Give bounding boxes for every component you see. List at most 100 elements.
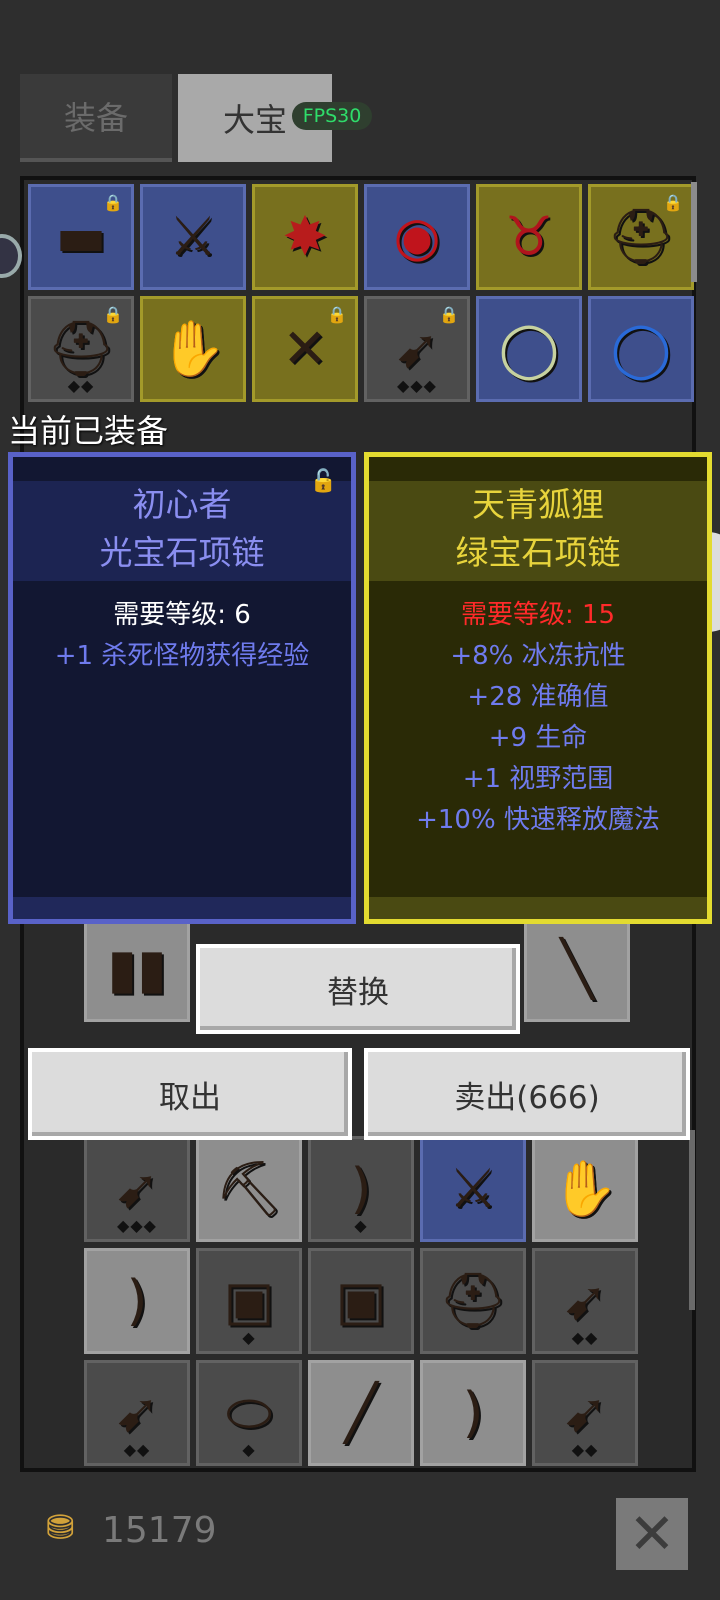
item-stat: +10% 快速释放魔法: [416, 805, 660, 835]
inventory-slot[interactable]: ➹ ◆◆: [84, 1360, 190, 1466]
pickaxe-icon: ⛏: [214, 1157, 284, 1220]
gem-sockets-icon: ◆◆: [123, 1440, 151, 1459]
item-header: 天青狐狸 绿宝石项链: [369, 481, 707, 581]
ring-icon: ◉: [393, 205, 441, 268]
amulet-icon: ♉: [504, 205, 554, 268]
inventory-slot[interactable]: ⛑ 🔒 ◆◆: [28, 296, 134, 402]
helmet-icon: ⛑: [46, 317, 116, 380]
gem-sockets-icon: ◆◆: [571, 1328, 599, 1347]
torch-icon: ╲: [560, 937, 594, 1000]
crossbow-icon: ➹: [562, 1269, 608, 1332]
inventory-slot[interactable]: ➹ 🔒 ◆◆◆: [364, 296, 470, 402]
inventory-slot[interactable]: ✋: [532, 1136, 638, 1242]
inventory-slot[interactable]: ♉: [476, 184, 582, 290]
item-stat: +1 视野范围: [462, 764, 614, 794]
item-name: 绿宝石项链: [455, 533, 621, 572]
gold-count: 15179: [102, 1510, 217, 1551]
scrollbar[interactable]: [689, 1130, 695, 1310]
dagger-icon: ╱: [344, 1381, 378, 1444]
fps-badge: FPS30: [292, 102, 372, 130]
scrollbar[interactable]: [691, 182, 697, 282]
inventory-slot[interactable]: ⛑: [420, 1248, 526, 1354]
gold-coins-icon: ⛃: [46, 1508, 75, 1548]
inventory-slot[interactable]: ➹ ◆◆: [532, 1360, 638, 1466]
inventory-slot[interactable]: ╱: [308, 1360, 414, 1466]
crossbow-icon: ➹: [114, 1381, 160, 1444]
take-out-button[interactable]: 取出: [28, 1048, 352, 1140]
item-stat: +1 杀死怪物获得经验: [54, 641, 310, 671]
inventory-slot[interactable]: ▣: [308, 1248, 414, 1354]
inventory-slot[interactable]: ) ◆: [308, 1136, 414, 1242]
sword-icon: ⚔: [168, 205, 218, 268]
gem-sockets-icon: ◆: [242, 1440, 256, 1459]
gem-sockets-icon: ◆: [354, 1216, 368, 1235]
unlock-icon[interactable]: 🔓: [310, 469, 337, 494]
equipped-label: 当前已装备: [8, 412, 169, 450]
inventory-slot[interactable]: ▮▮: [84, 916, 190, 1022]
inventory-slot[interactable]: ◯: [476, 296, 582, 402]
replace-button[interactable]: 替换: [196, 944, 520, 1034]
candidate-item-card: 天青狐狸 绿宝石项链 需要等级: 15 +8% 冰冻抗性 +28 准确值 +9 …: [364, 452, 712, 924]
item-header: 初心者 光宝石项链: [13, 481, 351, 581]
level-requirement: 需要等级: 6: [113, 600, 251, 630]
lock-icon: 🔒: [327, 305, 347, 324]
inventory-slot[interactable]: ⛏: [196, 1136, 302, 1242]
close-icon: ✕: [628, 1501, 676, 1567]
inventory-slot[interactable]: ): [84, 1248, 190, 1354]
card-footer: [369, 897, 707, 919]
inventory-slot[interactable]: ): [420, 1360, 526, 1466]
inventory-slot[interactable]: ▬ 🔒: [28, 184, 134, 290]
glove-icon: ✋: [159, 317, 227, 380]
inventory-slot[interactable]: ╲: [524, 916, 630, 1022]
shield-icon: ⬭: [225, 1381, 273, 1444]
armor-icon: ▣: [335, 1269, 387, 1332]
helmet-icon: ⛑: [606, 205, 676, 268]
inventory-slot[interactable]: ⛑ 🔒: [588, 184, 694, 290]
belt-icon: ▬: [55, 205, 107, 268]
bow-icon: ): [126, 1269, 148, 1332]
item-prefix: 天青狐狸: [472, 485, 604, 524]
lock-icon: 🔒: [439, 305, 459, 324]
floating-orb-icon[interactable]: [0, 234, 22, 278]
gem-sockets-icon: ◆◆◆: [117, 1216, 157, 1235]
boots-icon: ▮▮: [107, 937, 167, 1000]
necklace-icon: ◯: [498, 317, 560, 380]
lock-icon: 🔒: [103, 305, 123, 324]
current-item-card: 🔓 初心者 光宝石项链 需要等级: 6 +1 杀死怪物获得经验: [8, 452, 356, 924]
inventory-slot[interactable]: ➹ ◆◆: [532, 1248, 638, 1354]
inventory-slot[interactable]: ⬭ ◆: [196, 1360, 302, 1466]
tab-equipment[interactable]: 装备: [20, 74, 172, 162]
crossbow-icon: ➹: [114, 1157, 160, 1220]
crossbow-icon: ➹: [394, 317, 440, 380]
lock-icon: 🔒: [663, 193, 683, 212]
sword-icon: ⚔: [448, 1157, 498, 1220]
bow-icon: ): [350, 1157, 372, 1220]
inventory-slot[interactable]: ⚔: [140, 184, 246, 290]
gem-sockets-icon: ◆◆: [67, 376, 95, 395]
inventory-slot[interactable]: ✕ 🔒: [252, 296, 358, 402]
inventory-slot[interactable]: ▣ ◆: [196, 1248, 302, 1354]
necklace-icon: ◯: [610, 317, 672, 380]
item-name: 光宝石项链: [99, 533, 265, 572]
inventory-slot[interactable]: ◉: [364, 184, 470, 290]
sell-button[interactable]: 卖出(666): [364, 1048, 690, 1140]
item-stat: +9 生命: [488, 723, 588, 753]
item-stat: +8% 冰冻抗性: [450, 641, 626, 671]
inventory-slot[interactable]: ◯: [588, 296, 694, 402]
armor-icon: ▣: [223, 1269, 275, 1332]
inventory-slot[interactable]: ✋: [140, 296, 246, 402]
glove-icon: ✋: [551, 1157, 619, 1220]
inventory-slot[interactable]: ✸: [252, 184, 358, 290]
inventory-slot[interactable]: ➹ ◆◆◆: [84, 1136, 190, 1242]
helmet-icon: ⛑: [438, 1269, 508, 1332]
level-requirement: 需要等级: 15: [460, 600, 616, 630]
mace-icon: ✸: [282, 205, 328, 268]
inventory-slot[interactable]: ⚔: [420, 1136, 526, 1242]
item-stat: +28 准确值: [467, 682, 609, 712]
crossbow-icon: ➹: [562, 1381, 608, 1444]
bow-icon: ): [462, 1381, 484, 1444]
lock-icon: 🔒: [103, 193, 123, 212]
gem-sockets-icon: ◆◆◆: [397, 376, 437, 395]
crossed-swords-icon: ✕: [282, 317, 328, 380]
close-button[interactable]: ✕: [616, 1498, 688, 1570]
